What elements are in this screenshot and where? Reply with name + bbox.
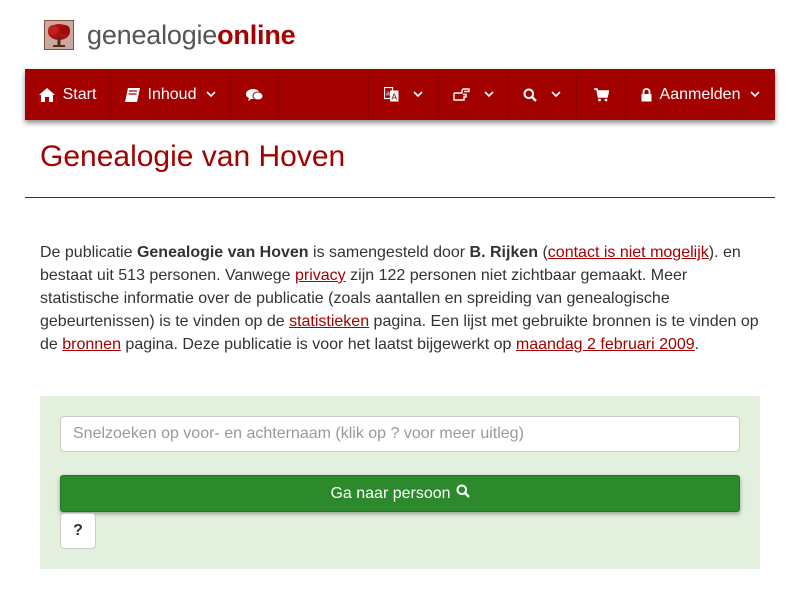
hand-point-icon [452,88,470,101]
home-icon [38,87,55,102]
site-logo[interactable]: genealogieonline [44,18,296,52]
nav-search[interactable] [508,69,577,120]
privacy-link[interactable]: privacy [295,267,346,284]
page-title: Genealogie van Hoven [40,140,346,173]
brand-part1: genealogie [87,20,218,50]
lock-icon [641,87,652,102]
intro-text: ( [538,244,548,261]
intro-text: . [694,336,700,353]
title-divider [25,197,775,198]
language-icon: Aa [384,87,399,102]
search-icon [523,88,537,102]
chevron-down-icon [750,91,761,98]
book-icon [124,87,140,102]
cart-icon [593,87,609,102]
svg-text:a: a [386,90,390,98]
nav-services[interactable] [439,69,508,120]
intro-text: De publicatie [40,244,137,261]
quick-search-panel: Ga naar persoon ? [40,396,760,569]
chevron-down-icon [483,91,494,98]
tree-logo-icon [44,20,74,50]
search-help-button[interactable]: ? [60,513,96,549]
nav-spacer [279,69,369,120]
publication-name: Genealogie van Hoven [136,244,309,261]
intro-text: is samengesteld door [308,244,470,261]
author-name: B. Rijken [469,244,539,261]
svg-text:A: A [392,93,398,102]
nav-inhoud-label: Inhoud [147,85,197,103]
go-to-person-button[interactable]: Ga naar persoon [60,475,740,512]
contact-link[interactable]: contact is niet mogelijk [548,244,709,261]
brand-name: genealogieonline [87,20,296,50]
statistics-link[interactable]: statistieken [289,313,369,330]
comments-icon [246,88,263,102]
nav-inhoud[interactable]: Inhoud [111,69,231,120]
nav-cart[interactable] [577,69,626,120]
sources-link[interactable]: bronnen [62,336,121,353]
quick-search-input[interactable] [60,416,740,452]
search-icon [451,484,470,503]
chevron-down-icon [206,91,217,98]
nav-aanmelden-label: Aanmelden [659,85,741,103]
last-updated-link[interactable]: maandag 2 februari 2009 [516,336,695,353]
main-navbar: Start Inhoud Aa Aanmelden [25,69,775,120]
publication-intro: De publicatie Genealogie van Hoven is sa… [40,241,768,356]
nav-forum[interactable] [231,69,279,120]
nav-start[interactable]: Start [25,69,111,120]
go-to-person-label: Ga naar persoon [330,484,451,502]
chevron-down-icon [551,91,561,98]
intro-text: pagina. Deze publicatie is voor het laat… [120,336,516,353]
brand-part2: online [217,20,296,50]
chevron-down-icon [413,91,423,98]
nav-language[interactable]: Aa [369,69,439,120]
nav-aanmelden[interactable]: Aanmelden [626,69,775,120]
nav-start-label: Start [62,85,97,103]
